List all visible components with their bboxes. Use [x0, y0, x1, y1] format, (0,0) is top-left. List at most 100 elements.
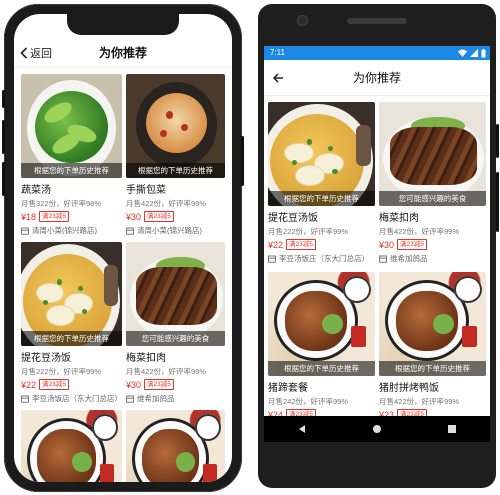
food-card[interactable]: 根据您的下单历史推荐蔬菜汤月售322份，好评率98% ¥18 满23减5 清周小菜(锦… [21, 74, 122, 236]
price-row: ¥30 满23减5 [379, 239, 486, 250]
food-card[interactable]: 您可能感兴趣的美食梅菜扣肉月售422份，好评率99% ¥30 满23减5 维希加鸽品 [379, 102, 486, 264]
volume-button [496, 172, 499, 232]
food-image[interactable]: 根据您的下单历史推荐 [126, 74, 225, 178]
price: ¥22 [21, 379, 37, 390]
food-card[interactable]: 根据您的下单历史推荐手撕包菜月售422份，好评率99% ¥30 满23减5 清周小菜(… [126, 74, 225, 236]
sales-info: 月售422份，好评率99% [379, 227, 460, 236]
dish-name: 梅菜扣肉 [379, 213, 419, 224]
shop-name: 清周小菜(锦兴路店) [32, 226, 97, 235]
nav-back-icon[interactable] [297, 424, 307, 434]
price-row: ¥24 满23减5 [268, 409, 375, 416]
dish-name: 提花豆汤饭 [21, 353, 71, 364]
discount-badge: 满23减5 [397, 409, 427, 416]
price-row: ¥23 满23减5 [379, 409, 486, 416]
sales-info: 月售242份，好评率99% [268, 397, 349, 406]
shop-link[interactable]: 清周小菜(锦兴路店) [126, 225, 225, 236]
food-image[interactable] [21, 410, 122, 482]
price: ¥18 [21, 211, 37, 222]
volume-up-button [2, 120, 5, 154]
shop-name: 维希加鸽品 [390, 254, 428, 263]
price-row: ¥30 满23减5 [126, 379, 225, 390]
dish-name: 手撕包菜 [126, 185, 166, 196]
food-card[interactable]: 您可能感兴趣的美食梅菜扣肉月售422份，好评率99% ¥30 满23减5 维希加鸽品 [126, 242, 225, 404]
nav-recents-icon[interactable] [447, 424, 457, 434]
shop-link[interactable]: 维希加鸽品 [379, 253, 486, 264]
status-icons [458, 48, 486, 58]
discount-badge: 满23减5 [286, 409, 316, 416]
power-button [241, 136, 244, 186]
nav-home-icon[interactable] [372, 424, 382, 434]
chevron-left-icon [20, 47, 28, 59]
store-icon [126, 227, 134, 235]
food-image[interactable]: 根据您的下单历史推荐 [21, 74, 122, 178]
food-card[interactable]: 根据您的下单历史推荐猪蹄套餐月售242份，好评率99% ¥24 满23减5 [268, 272, 375, 416]
discount-badge: 满23减5 [39, 379, 69, 390]
food-card[interactable]: 根据您的下单历史推荐 提花豆汤饭 月售222份，好评率99% ¥22 满23减5 李豆汤饭… [268, 102, 375, 264]
food-card[interactable]: 根据您的下单历史推荐猪肘拼烤鸭饭月售422份，好评率99% ¥23 满23减5 [379, 272, 486, 416]
food-image[interactable]: 根据您的下单历史推荐 [379, 272, 486, 376]
food-image[interactable]: 根据您的下单历史推荐 [268, 272, 375, 376]
sales-info: 月售422份，好评率99% [379, 397, 460, 406]
price-row: ¥30 满23减5 [126, 211, 225, 222]
price: ¥30 [379, 239, 395, 250]
status-bar: 7:11 [264, 46, 490, 60]
battery-icon [481, 48, 486, 57]
mute-switch [2, 90, 5, 108]
android-device: 7:11 为你推荐 根据您的下单历史推荐 提花豆汤饭 月售222份，好评率99% ¥2… [258, 4, 499, 488]
discount-badge: 满23减5 [286, 239, 316, 250]
dish-name: 猪蹄套餐 [268, 383, 308, 394]
front-camera [298, 16, 307, 25]
back-button[interactable] [272, 71, 284, 89]
discount-badge: 满23减5 [39, 211, 69, 222]
food-card[interactable]: 根据您的下单历史推荐提花豆汤饭月售222份，好评率99% ¥22 满23减5 李豆汤饭… [21, 242, 122, 404]
discount-badge: 满23减5 [144, 211, 174, 222]
sales-info: 月售422份，好评率99% [126, 367, 207, 376]
food-image[interactable]: 您可能感兴趣的美食 [126, 242, 225, 346]
back-button[interactable]: 返回 [20, 45, 52, 61]
dish-name: 猪肘拼烤鸭饭 [379, 383, 439, 394]
discount-badge: 满23减5 [144, 379, 174, 390]
power-button [496, 124, 499, 158]
shop-name: 李豆汤饭庄（东大门总店） [279, 254, 369, 263]
store-icon [21, 395, 29, 403]
arrow-left-icon [272, 73, 283, 83]
price: ¥30 [126, 379, 142, 390]
recommend-caption: 根据您的下单历史推荐 [268, 361, 375, 376]
shop-link[interactable]: 李豆汤饭庄（东大门总店） [268, 253, 375, 264]
price: ¥30 [126, 211, 142, 222]
shop-link[interactable]: 维希加鸽品 [126, 393, 225, 404]
shop-link[interactable]: 清周小菜(锦兴路店) [21, 225, 122, 236]
shop-link[interactable]: 李豆汤饭店（东大门总店） [21, 393, 122, 404]
sales-info: 月售222份，好评率99% [21, 367, 102, 376]
sales-info: 月售322份，好评率98% [21, 199, 102, 208]
page-title: 为你推荐 [352, 71, 401, 85]
store-icon [268, 255, 276, 263]
food-image[interactable]: 根据您的下单历史推荐 [21, 242, 122, 346]
food-image[interactable] [126, 410, 225, 482]
store-icon [379, 255, 387, 263]
dish-name: 梅菜扣肉 [126, 353, 166, 364]
recommend-caption: 根据您的下单历史推荐 [21, 163, 122, 178]
food-card[interactable] [126, 410, 225, 482]
speaker-grille [347, 18, 407, 24]
store-icon [21, 227, 29, 235]
shop-name: 清周小菜(锦兴路店) [137, 226, 202, 235]
shop-name: 李豆汤饭店（东大门总店） [32, 394, 122, 403]
recommend-caption: 根据您的下单历史推荐 [379, 361, 486, 376]
recommend-caption: 您可能感兴趣的美食 [379, 191, 486, 206]
price: ¥22 [268, 239, 284, 250]
price-row: ¥18 满23减5 [21, 211, 122, 222]
sales-info: 月售422份，好评率99% [126, 199, 207, 208]
food-image[interactable]: 您可能感兴趣的美食 [379, 102, 486, 206]
food-card[interactable] [21, 410, 122, 482]
dish-name: 蔬菜汤 [21, 185, 51, 196]
toolbar: 为你推荐 [264, 60, 490, 96]
recommend-caption: 您可能感兴趣的美食 [126, 331, 225, 346]
recommend-grid: 根据您的下单历史推荐 提花豆汤饭 月售222份，好评率99% ¥22 满23减5 李豆汤饭… [268, 102, 486, 416]
dish-name: 提花豆汤饭 [268, 213, 318, 224]
notch [67, 14, 179, 35]
store-icon [126, 395, 134, 403]
signal-icon [470, 49, 478, 57]
status-time: 7:11 [270, 48, 285, 57]
food-image[interactable]: 根据您的下单历史推荐 [268, 102, 375, 206]
